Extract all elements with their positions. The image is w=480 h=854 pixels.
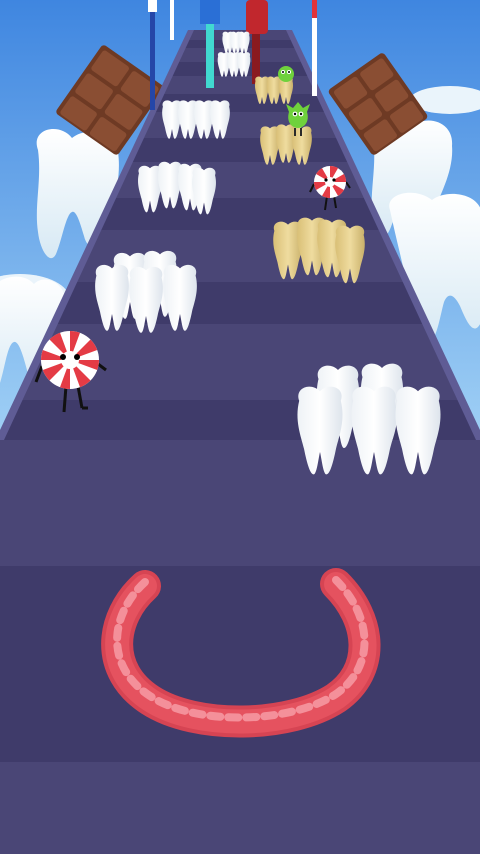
germ-monster[interactable] [278, 66, 294, 82]
game-scene[interactable] [0, 0, 480, 854]
game-canvas[interactable] [0, 0, 480, 854]
white-teeth-group-far[interactable] [217, 31, 251, 77]
